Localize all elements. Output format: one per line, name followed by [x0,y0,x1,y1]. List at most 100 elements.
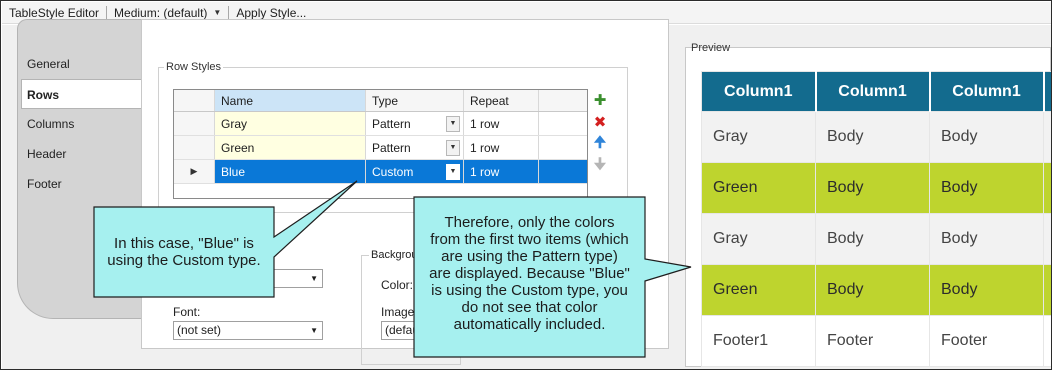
row-styles-grid: Name Type Repeat Gray Pattern ▼ 1 row Gr… [173,89,588,199]
row-filler [539,160,587,183]
chevron-down-icon: ▼ [213,8,222,17]
preview-cell: Body [815,111,930,163]
preview-cell: Footer [815,315,930,367]
preview-row: Green Body Body [701,264,1051,316]
preview-cell [1043,111,1051,163]
preview-header-row: Column1 Column1 Column1 [701,71,1051,112]
preview-cell [1043,162,1051,214]
column-header-filler [539,90,587,111]
add-row-icon[interactable]: ✚ [591,89,609,111]
preview-table: Column1 Column1 Column1 Gray Body Body G… [701,71,1051,367]
preview-cell: Body [929,162,1044,214]
upper-style-select[interactable]: ▼ [173,269,323,288]
preview-cell: Body [929,264,1044,316]
row-name-cell[interactable]: Gray [215,112,366,135]
column-header-repeat[interactable]: Repeat [464,90,539,111]
move-up-icon[interactable]: 🠉 [591,133,609,155]
delete-row-icon[interactable]: ✖ [591,111,609,133]
preview-header-cell: Column1 [815,71,931,112]
callout-line: from the first two items (which [430,231,629,248]
preview-row: Gray Body Body [701,213,1051,265]
preview-cell: Gray [701,111,816,163]
preview-cell [1043,315,1051,367]
row-type-select[interactable]: Custom ▼ [366,160,464,183]
row-repeat-cell[interactable]: 1 row [464,112,539,135]
preview-footer-row: Footer1 Footer Footer [701,315,1051,367]
row-type-select[interactable]: Pattern ▼ [366,112,464,135]
row-selector[interactable]: ▶ [174,160,215,183]
table-row[interactable]: Green Pattern ▼ 1 row [174,136,587,160]
grid-corner-cell [174,90,215,111]
row-type-select[interactable]: Pattern ▼ [366,136,464,159]
tab-rows[interactable]: Rows [21,79,143,109]
preview-cell: Footer [929,315,1044,367]
preview-header-cell: Column1 [701,71,817,112]
preview-header-cell [1043,71,1051,112]
grid-header-row: Name Type Repeat [174,90,587,112]
row-filler [539,136,587,159]
preview-cell [1043,264,1051,316]
font-select-value: (not set) [177,323,222,337]
preview-cell: Green [701,264,816,316]
callout-line: is using the Custom type, you [431,282,628,299]
tablestyle-editor-window: TableStyle Editor Medium: (default) ▼ Ap… [0,0,1052,370]
image-select-value: (defau [385,323,420,337]
row-name-cell[interactable]: Green [215,136,366,159]
row-styles-group-title: Row Styles [164,61,224,73]
background-group-title: Backgrou [369,249,420,261]
preview-row: Green Body Body [701,162,1051,214]
move-down-icon[interactable]: 🠋 [591,155,609,177]
row-selector[interactable] [174,112,215,135]
preview-cell: Body [815,213,930,265]
row-repeat-cell[interactable]: 1 row [464,136,539,159]
tab-footer[interactable]: Footer [25,169,141,199]
column-header-type[interactable]: Type [366,90,464,111]
color-label: Color: [381,278,414,292]
medium-select-label: Medium: (default) [114,5,208,20]
image-label: Image: [381,305,418,319]
callout-line: are displayed. Because "Blue" [429,265,630,282]
row-name-cell[interactable]: Blue [215,160,366,183]
table-row[interactable]: Gray Pattern ▼ 1 row [174,112,587,136]
callout-line: using the Custom type. [107,252,261,269]
font-select[interactable]: (not set) ▼ [173,321,323,340]
table-row-selected[interactable]: ▶ Blue Custom ▼ 1 row [174,160,587,184]
side-tabs: General Rows Columns Header Footer [17,19,143,349]
chevron-down-icon: ▼ [310,274,318,283]
preview-cell: Body [815,264,930,316]
preview-cell: Green [701,162,816,214]
chevron-down-icon[interactable]: ▼ [446,163,460,180]
font-label: Font: [173,305,201,319]
preview-cell: Body [929,111,1044,163]
column-header-name[interactable]: Name [215,90,366,111]
callout-right-text: Therefore, only the colors from the firs… [416,214,643,333]
chevron-down-icon[interactable]: ▼ [446,115,460,132]
tab-general[interactable]: General [25,49,141,79]
tab-columns[interactable]: Columns [25,109,141,139]
preview-row: Gray Body Body [701,111,1051,163]
callout-line: do not see that color [461,299,598,316]
preview-title: Preview [691,42,731,54]
callout-line: Therefore, only the colors [444,214,615,231]
row-repeat-cell[interactable]: 1 row [464,160,539,183]
callout-line: automatically included. [453,316,606,333]
callout-line: are using the Pattern type) [441,248,618,265]
chevron-down-icon[interactable]: ▼ [446,139,460,156]
preview-cell: Footer1 [701,315,816,367]
row-selector[interactable] [174,136,215,159]
row-type-value: Pattern [372,116,411,131]
current-row-arrow-icon: ▶ [190,166,198,176]
row-actions: ✚ ✖ 🠉 🠋 [591,89,611,177]
preview-header-cell: Column1 [929,71,1045,112]
callout-line: In this case, "Blue" is [114,235,254,252]
row-type-value: Custom [372,164,414,179]
chevron-down-icon: ▼ [310,326,318,335]
preview-cell [1043,213,1051,265]
preview-cell: Body [929,213,1044,265]
row-filler [539,112,587,135]
tab-header[interactable]: Header [25,139,141,169]
row-type-value: Pattern [372,140,411,155]
preview-cell: Body [815,162,930,214]
preview-cell: Gray [701,213,816,265]
callout-left-text: In this case, "Blue" is using the Custom… [99,235,269,269]
